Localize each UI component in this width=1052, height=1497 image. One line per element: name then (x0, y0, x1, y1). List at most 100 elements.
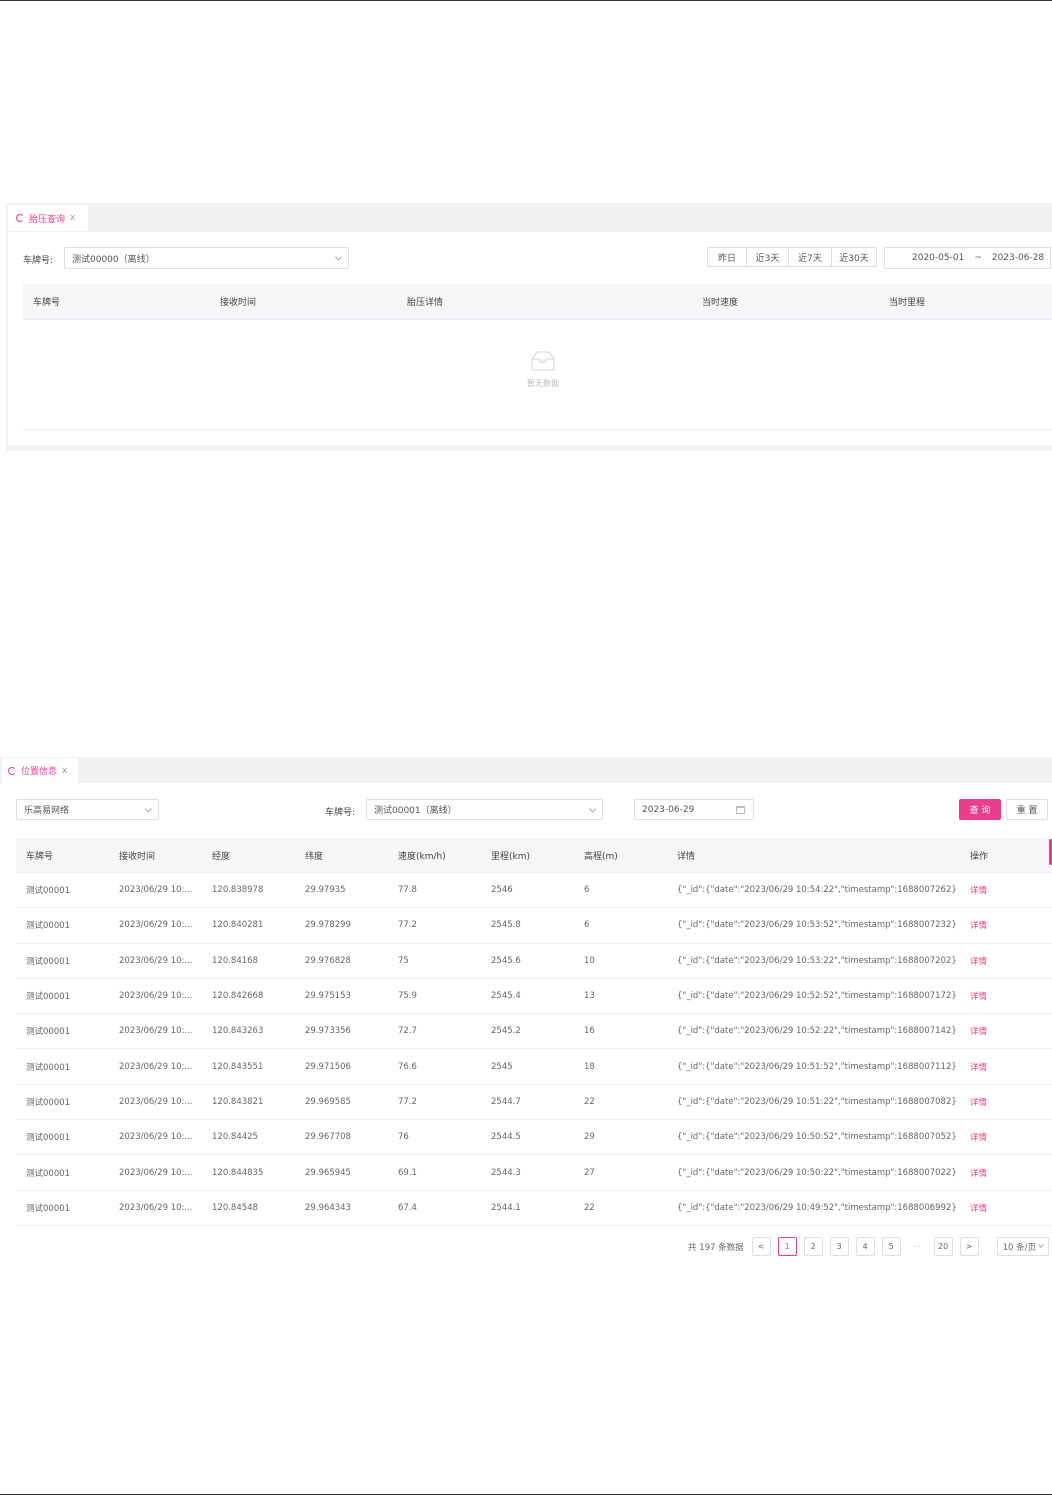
plate-select[interactable]: 测试00001（离线） (366, 799, 603, 820)
row-detail-link[interactable]: 详情 (970, 1191, 1030, 1225)
table-cell: 2545 (491, 1061, 513, 1072)
table-row: 测试00001 2023/06/29 10:... 120.84425 29.9677… (16, 1120, 1052, 1156)
table-cell: 22 (584, 1096, 595, 1107)
page-top-rule (0, 0, 1052, 1)
table-cell: 29.97935 (305, 885, 346, 896)
row-detail-link[interactable]: 详情 (970, 979, 1030, 1013)
plate-label: 车牌号: (23, 256, 54, 266)
table-cell: 120.843263 (212, 1026, 264, 1037)
table-row: 测试00001 2023/06/29 10:... 120.844835 29.965… (16, 1155, 1052, 1191)
tab-tire-pressure[interactable]: 胎压查询 x (8, 205, 88, 231)
range-yesterday-button[interactable]: 昨日 (707, 247, 747, 267)
plate-select-value: 测试00001（离线） (374, 806, 457, 816)
row-detail-link[interactable]: 详情 (970, 1014, 1030, 1048)
column-header: 当时速度 (702, 298, 739, 308)
position-card: 乐高易网络 车牌号: 测试00001（离线） 2023-06-29 查 询 重 … (0, 783, 1052, 1273)
page-size-value: 10 条/页 (1002, 1242, 1037, 1253)
page-bottom-rule (0, 1494, 1052, 1495)
table-row: 测试00001 2023/06/29 10:... 120.843551 29.971… (16, 1050, 1052, 1085)
row-detail-link[interactable]: 详情 (970, 1050, 1030, 1084)
total-count: 共 197 条数据 (688, 1242, 744, 1253)
calendar-icon (736, 806, 745, 814)
table-cell: {"_id":{"date":"2023/06/29 10:51:22","ti… (677, 1096, 957, 1107)
prev-page-button[interactable]: < (751, 1237, 771, 1256)
table-cell: 2545.6 (491, 955, 521, 966)
table-cell: 2544.5 (491, 1132, 521, 1143)
table-cell: 2023/06/29 10:... (119, 1061, 193, 1072)
plate-select[interactable]: 测试00000（离线） (64, 247, 349, 269)
table-cell: 29.976828 (305, 955, 351, 966)
table-cell: 2023/06/29 10:... (119, 885, 193, 896)
query-button[interactable]: 查 询 (959, 799, 1001, 820)
column-header: 接收时间 (119, 851, 156, 862)
row-detail-link[interactable]: 详情 (970, 944, 1030, 978)
tab-position-info[interactable]: 位置信息 x (2, 758, 78, 783)
table-row: 测试00001 2023/06/29 10:... 120.838978 29.979… (16, 873, 1052, 909)
table-cell: 77.2 (398, 1096, 417, 1107)
position-table-body: 测试00001 2023/06/29 10:... 120.838978 29.979… (16, 873, 1052, 1226)
table-row: 测试00001 2023/06/29 10:... 120.843263 29.973… (16, 1014, 1052, 1050)
table-cell: {"_id":{"date":"2023/06/29 10:49:52","ti… (677, 1202, 957, 1213)
table-cell: {"_id":{"date":"2023/06/29 10:52:52","ti… (677, 991, 957, 1002)
range-7days-button[interactable]: 近7天 (788, 247, 832, 267)
table-cell: 120.843551 (212, 1061, 264, 1072)
table-cell: 75 (398, 955, 409, 966)
table-cell: 6 (584, 885, 590, 896)
column-header: 车牌号 (33, 298, 61, 308)
page-ellipsis[interactable]: ··· (907, 1237, 927, 1256)
table-cell: 120.838978 (212, 885, 264, 896)
table-cell: 29.975153 (305, 991, 351, 1002)
table-cell: 2023/06/29 10:... (119, 1132, 193, 1143)
table-cell: 29.969585 (305, 1096, 351, 1107)
table-cell: 6 (584, 920, 590, 931)
table-cell: 测试00001 (26, 1097, 71, 1108)
empty-text: 暂无数据 (527, 379, 559, 388)
page-1-button[interactable]: 1 (777, 1237, 797, 1256)
table-cell: 69.1 (398, 1167, 417, 1178)
page-20-button[interactable]: 20 (933, 1237, 953, 1256)
column-header: 接收时间 (220, 298, 257, 308)
next-page-button[interactable]: > (959, 1237, 979, 1256)
row-detail-link[interactable]: 详情 (970, 873, 1030, 907)
table-cell: 29.964343 (305, 1202, 351, 1213)
table-cell: {"_id":{"date":"2023/06/29 10:54:22","ti… (677, 885, 957, 896)
table-cell: 27 (584, 1167, 595, 1178)
column-header: 经度 (212, 851, 231, 862)
reset-button[interactable]: 重 置 (1006, 799, 1048, 820)
date-range-picker[interactable]: 2020-05-01 ~ 2023-06-28 (884, 247, 1051, 269)
date-picker[interactable]: 2023-06-29 (634, 799, 754, 820)
column-header: 操作 (970, 851, 989, 862)
table-cell: 2023/06/29 10:... (119, 1202, 193, 1213)
range-3days-button[interactable]: 近3天 (746, 247, 789, 267)
table-cell: 29.967708 (305, 1132, 351, 1143)
column-header: 车牌号 (26, 851, 54, 862)
table-cell: 75.9 (398, 991, 417, 1002)
close-icon[interactable]: x (70, 213, 75, 223)
row-detail-link[interactable]: 详情 (970, 1120, 1030, 1154)
table-cell: 72.7 (398, 1026, 417, 1037)
table-cell: 120.843821 (212, 1096, 264, 1107)
page-size-select[interactable]: 10 条/页 (996, 1237, 1050, 1256)
page-3-button[interactable]: 3 (829, 1237, 849, 1256)
row-detail-link[interactable]: 详情 (970, 908, 1030, 942)
table-cell: 测试00001 (26, 1062, 71, 1073)
page-5-button[interactable]: 5 (881, 1237, 901, 1256)
row-detail-link[interactable]: 详情 (970, 1155, 1030, 1189)
chevron-down-icon (334, 253, 343, 261)
org-select[interactable]: 乐高易网络 (16, 799, 159, 820)
table-cell: 76 (398, 1132, 409, 1143)
tire-pressure-panel: 胎压查询 x 车牌号: 测试00000（离线） 昨日 近3天 近7天 近30天 … (6, 203, 1052, 451)
page-4-button[interactable]: 4 (855, 1237, 875, 1256)
table-cell: 测试00001 (26, 1133, 71, 1144)
row-detail-link[interactable]: 详情 (970, 1085, 1030, 1119)
close-icon[interactable]: x (62, 766, 67, 776)
table-cell: 120.84168 (212, 955, 258, 966)
page-2-button[interactable]: 2 (803, 1237, 823, 1256)
range-30days-button[interactable]: 近30天 (831, 247, 877, 267)
table-cell: {"_id":{"date":"2023/06/29 10:50:52","ti… (677, 1132, 957, 1143)
table-cell: {"_id":{"date":"2023/06/29 10:51:52","ti… (677, 1061, 957, 1072)
table-cell: 2544.7 (491, 1096, 521, 1107)
table-cell: 120.84548 (212, 1202, 258, 1213)
table-row: 测试00001 2023/06/29 10:... 120.840281 29.978… (16, 908, 1052, 944)
table-cell: {"_id":{"date":"2023/06/29 10:50:22","ti… (677, 1167, 957, 1178)
